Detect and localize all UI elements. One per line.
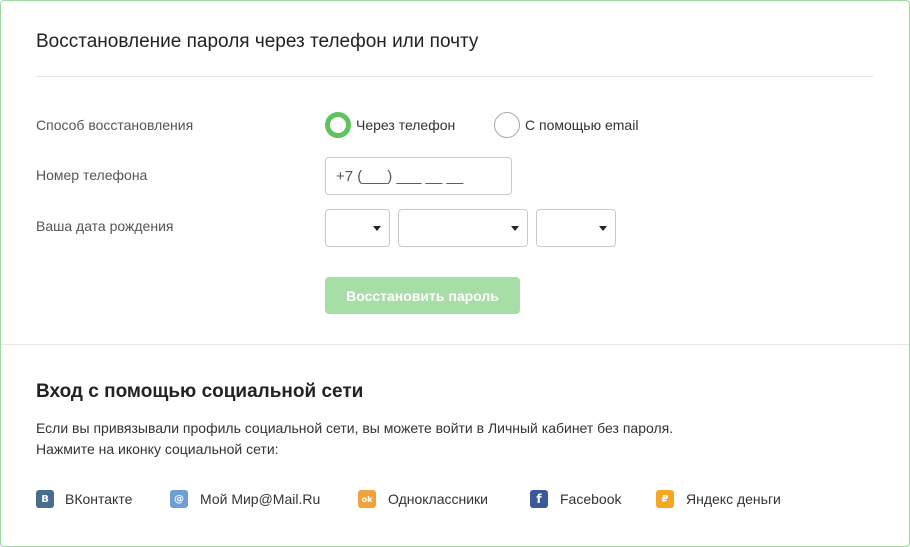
chevron-down-icon: [599, 226, 607, 231]
yandex-money-icon[interactable]: ₽: [656, 490, 674, 508]
restore-password-button[interactable]: Восстановить пароль: [325, 277, 520, 314]
vk-icon[interactable]: B: [36, 490, 54, 508]
social-description-line2: Нажмите на иконку социальной сети:: [36, 441, 279, 457]
birth-day-select[interactable]: [325, 209, 390, 247]
social-facebook-label[interactable]: Facebook: [560, 491, 621, 507]
social-odnoklassniki-label[interactable]: Одноклассники: [388, 491, 488, 507]
social-login-title: Вход с помощью социальной сети: [36, 381, 364, 402]
mailru-icon[interactable]: @: [170, 490, 188, 508]
social-odnoklassniki[interactable]: ok Одноклассники: [358, 489, 488, 509]
chevron-down-icon: [511, 226, 519, 231]
radio-checked-icon[interactable]: [325, 112, 351, 138]
radio-phone[interactable]: Через телефон: [325, 112, 455, 138]
title-divider: [36, 76, 874, 77]
phone-label: Номер телефона: [36, 167, 148, 183]
radio-email-label[interactable]: С помощью email: [525, 117, 638, 133]
birth-date-label: Ваша дата рождения: [36, 218, 174, 234]
section-divider: [1, 344, 909, 345]
radio-email[interactable]: С помощью email: [494, 112, 638, 138]
birth-year-select[interactable]: [536, 209, 616, 247]
social-vk-label[interactable]: ВКонтакте: [65, 491, 132, 507]
social-vk[interactable]: B ВКонтакте: [36, 489, 132, 509]
facebook-icon[interactable]: f: [530, 490, 548, 508]
social-facebook[interactable]: f Facebook: [530, 489, 621, 509]
birth-month-select[interactable]: [398, 209, 528, 247]
social-yandex-money[interactable]: ₽ Яндекс деньги: [656, 489, 781, 509]
phone-input[interactable]: [325, 157, 512, 195]
social-mailru[interactable]: @ Мой Мир@Mail.Ru: [170, 489, 320, 509]
recovery-panel: [0, 0, 910, 547]
radio-phone-label[interactable]: Через телефон: [356, 117, 455, 133]
page-title: Восстановление пароля через телефон или …: [36, 31, 479, 52]
radio-unchecked-icon[interactable]: [494, 112, 520, 138]
odnoklassniki-icon[interactable]: ok: [358, 490, 376, 508]
method-label: Способ восстановления: [36, 117, 194, 133]
chevron-down-icon: [373, 226, 381, 231]
social-yandex-money-label[interactable]: Яндекс деньги: [686, 491, 781, 507]
social-mailru-label[interactable]: Мой Мир@Mail.Ru: [200, 491, 320, 507]
social-login-description: Если вы привязывали профиль социальной с…: [36, 418, 673, 460]
social-description-line1: Если вы привязывали профиль социальной с…: [36, 420, 674, 436]
